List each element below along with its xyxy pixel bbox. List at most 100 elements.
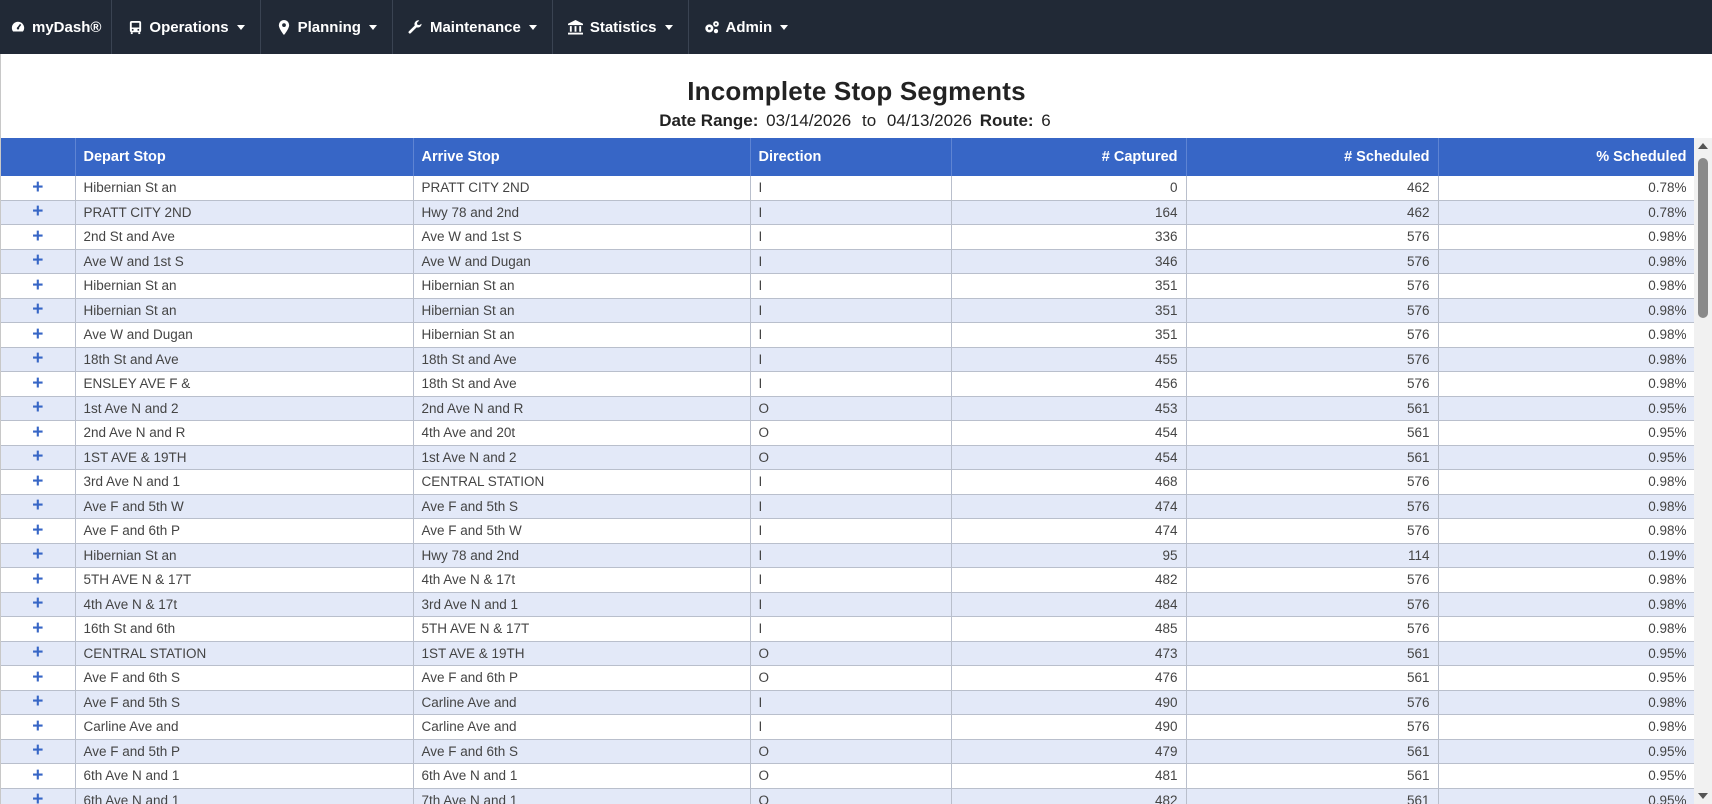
expand-row-plus-icon[interactable]: + <box>1 322 76 348</box>
expand-row-plus-icon[interactable]: + <box>1 371 76 397</box>
expand-row-plus-icon[interactable]: + <box>1 518 76 544</box>
expand-row-plus-icon[interactable]: + <box>1 347 76 372</box>
nav-operations[interactable]: Operations <box>111 0 259 54</box>
depart-stop-cell: Ave F and 6th P <box>75 518 414 544</box>
table-row: +1st Ave N and 2 2nd Ave N and R O 453 561 0.… <box>1 396 1695 421</box>
vertical-scrollbar[interactable] <box>1694 138 1712 804</box>
captured-cell: 351 <box>951 322 1187 348</box>
expand-row-plus-icon[interactable]: + <box>1 592 76 617</box>
scrollbar-thumb[interactable] <box>1698 158 1708 318</box>
nav-statistics[interactable]: Statistics <box>551 0 688 54</box>
percent-scheduled-cell: 0.19% <box>1438 543 1695 568</box>
table-row: + Carline Ave and Carline Ave and I 490 576 0.… <box>1 714 1695 740</box>
table-row: +1ST AVE & 19TH 1st Ave N and 2 O 454 561 0.9… <box>1 445 1695 470</box>
scheduled-cell: 576 <box>1186 592 1439 617</box>
arrive-stop-cell: Hwy 78 and 2nd <box>413 543 751 568</box>
expand-row-plus-icon[interactable]: + <box>1 690 76 715</box>
expand-row-plus-icon[interactable]: + <box>1 788 76 804</box>
expand-row-plus-icon[interactable]: + <box>1 176 76 201</box>
depart-stop-cell: Ave F and 6th S <box>75 665 414 691</box>
depart-stop-cell: 4th Ave N & 17t <box>75 592 414 617</box>
direction-cell: I <box>750 469 952 495</box>
arrive-stop-cell: 5TH AVE N & 17T <box>413 616 751 642</box>
captured-cell: 453 <box>951 396 1187 421</box>
percent-scheduled-cell: 0.78% <box>1438 176 1695 201</box>
scroll-down-arrow-icon[interactable] <box>1698 793 1708 799</box>
arrive-stop-cell: Hibernian St an <box>413 322 751 348</box>
scheduled-cell: 561 <box>1186 641 1439 666</box>
arrive-stop-cell: Hibernian St an <box>413 273 751 299</box>
arrive-stop-cell: Ave F and 6th S <box>413 739 751 764</box>
direction-cell: I <box>750 616 952 642</box>
expand-row-plus-icon[interactable]: + <box>1 567 76 593</box>
bank-icon <box>568 19 584 35</box>
percent-scheduled-cell: 0.98% <box>1438 469 1695 495</box>
column-header-arrive-stop[interactable]: Arrive Stop <box>413 138 751 176</box>
scroll-up-arrow-icon[interactable] <box>1698 143 1708 149</box>
captured-cell: 455 <box>951 347 1187 372</box>
table-row: + Ave F and 6th P Ave F and 5th W I 474 576 0.… <box>1 518 1695 544</box>
column-header-expand <box>1 138 76 176</box>
expand-row-plus-icon[interactable]: + <box>1 763 76 789</box>
percent-scheduled-cell: 0.98% <box>1438 298 1695 323</box>
direction-cell: I <box>750 592 952 617</box>
column-header-percent-scheduled[interactable]: % Scheduled <box>1438 138 1695 176</box>
nav-statistics-label: Statistics <box>589 18 657 36</box>
expand-row-plus-icon[interactable]: + <box>1 298 76 323</box>
depart-stop-cell: Hibernian St an <box>75 176 414 201</box>
column-header-scheduled[interactable]: # Scheduled <box>1186 138 1439 176</box>
nav-maintenance[interactable]: Maintenance <box>391 0 552 54</box>
scheduled-cell: 561 <box>1186 788 1439 804</box>
expand-row-plus-icon[interactable]: + <box>1 200 76 225</box>
percent-scheduled-cell: 0.98% <box>1438 224 1695 250</box>
direction-cell: I <box>750 200 952 225</box>
depart-stop-cell: ENSLEY AVE F & <box>75 371 414 397</box>
depart-stop-cell: 6th Ave N and 1 <box>75 788 414 804</box>
expand-row-plus-icon[interactable]: + <box>1 445 76 470</box>
depart-stop-cell: Carline Ave and <box>75 714 414 740</box>
route-value: 6 <box>1041 111 1051 130</box>
captured-cell: 479 <box>951 739 1187 764</box>
expand-row-plus-icon[interactable]: + <box>1 543 76 568</box>
nav-planning-label: Planning <box>297 18 361 36</box>
expand-row-plus-icon[interactable]: + <box>1 665 76 691</box>
table-row: +6th Ave N and 1 7th Ave N and 1 O 482 561 0.… <box>1 788 1695 804</box>
nav-planning[interactable]: Planning <box>259 0 392 54</box>
direction-cell: I <box>750 690 952 715</box>
brand-link[interactable]: myDash® <box>0 0 111 54</box>
scheduled-cell: 576 <box>1186 567 1439 593</box>
expand-row-plus-icon[interactable]: + <box>1 273 76 299</box>
percent-scheduled-cell: 0.98% <box>1438 592 1695 617</box>
direction-cell: I <box>750 518 952 544</box>
column-header-direction[interactable]: Direction <box>750 138 952 176</box>
captured-cell: 346 <box>951 249 1187 274</box>
expand-row-plus-icon[interactable]: + <box>1 494 76 519</box>
expand-row-plus-icon[interactable]: + <box>1 616 76 642</box>
scheduled-cell: 561 <box>1186 763 1439 789</box>
nav-admin[interactable]: Admin <box>687 0 804 54</box>
percent-scheduled-cell: 0.95% <box>1438 763 1695 789</box>
start-date: 03/14/2026 <box>766 111 852 130</box>
caret-down-icon <box>780 24 789 30</box>
expand-row-plus-icon[interactable]: + <box>1 249 76 274</box>
depart-stop-cell: 18th St and Ave <box>75 347 414 372</box>
depart-stop-cell: PRATT CITY 2ND <box>75 200 414 225</box>
expand-row-plus-icon[interactable]: + <box>1 469 76 495</box>
expand-row-plus-icon[interactable]: + <box>1 396 76 421</box>
captured-cell: 468 <box>951 469 1187 495</box>
report-content: Incomplete Stop Segments Date Range: 03/… <box>0 54 1712 804</box>
scheduled-cell: 576 <box>1186 249 1439 274</box>
arrive-stop-cell: 1ST AVE & 19TH <box>413 641 751 666</box>
expand-row-plus-icon[interactable]: + <box>1 420 76 446</box>
column-header-depart-stop[interactable]: Depart Stop <box>75 138 414 176</box>
percent-scheduled-cell: 0.98% <box>1438 249 1695 274</box>
expand-row-plus-icon[interactable]: + <box>1 641 76 666</box>
arrive-stop-cell: Ave W and Dugan <box>413 249 751 274</box>
column-header-captured[interactable]: # Captured <box>951 138 1187 176</box>
page-title: Incomplete Stop Segments <box>687 76 1026 106</box>
percent-scheduled-cell: 0.98% <box>1438 494 1695 519</box>
expand-row-plus-icon[interactable]: + <box>1 714 76 740</box>
direction-cell: O <box>750 420 952 446</box>
expand-row-plus-icon[interactable]: + <box>1 739 76 764</box>
expand-row-plus-icon[interactable]: + <box>1 224 76 250</box>
